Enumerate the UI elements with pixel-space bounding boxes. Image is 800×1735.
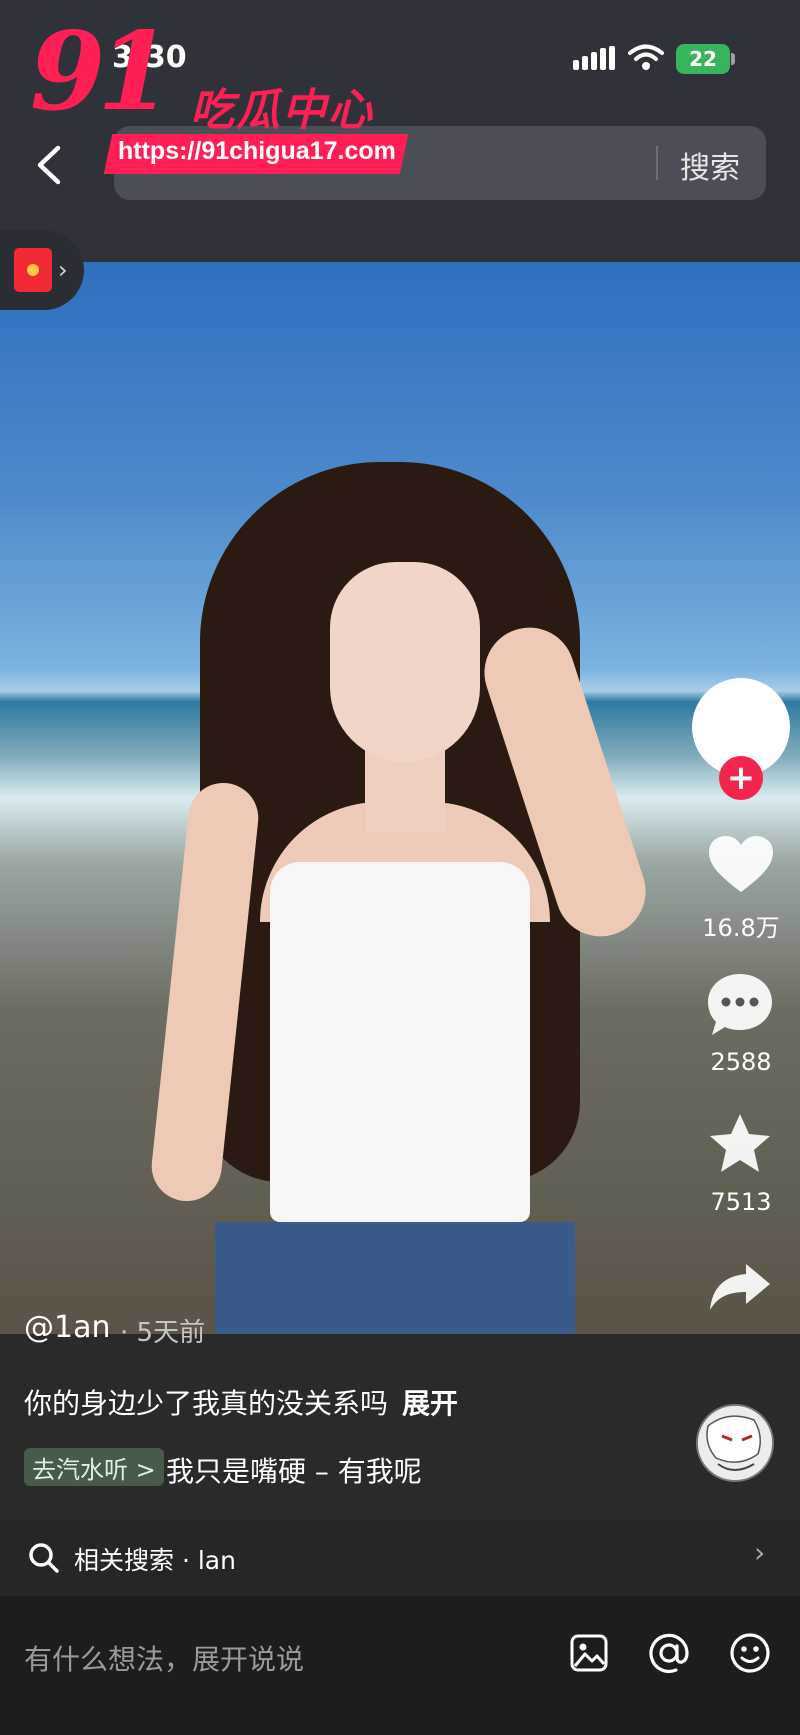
search-icon: [29, 1543, 59, 1573]
photo-face: [330, 562, 480, 762]
image-icon[interactable]: [570, 1634, 608, 1672]
like-count: 16.8万: [702, 914, 780, 942]
search-divider: [656, 146, 658, 180]
post-age: · 5天前: [120, 1318, 206, 1348]
follow-button[interactable]: +: [719, 756, 763, 800]
comment-input[interactable]: 有什么想法，展开说说: [24, 1638, 304, 1678]
video-frame[interactable]: [0, 262, 800, 1334]
wifi-icon: [628, 44, 664, 70]
post-caption: 你的身边少了我真的没关系吗 展开: [24, 1382, 458, 1422]
related-search-label[interactable]: 相关搜索 · lan: [74, 1541, 236, 1577]
star-icon[interactable]: [708, 1112, 772, 1174]
signal-icon: [573, 46, 615, 70]
watermark-logo-number: 91: [30, 9, 172, 135]
music-disc[interactable]: [696, 1404, 774, 1482]
expand-button[interactable]: 展开: [402, 1387, 458, 1420]
caption-text: 你的身边少了我真的没关系吗: [24, 1387, 389, 1420]
watermark-logo-text: 吃瓜中心: [190, 85, 374, 136]
photo-jeans: [215, 1222, 575, 1334]
search-button[interactable]: 搜索: [680, 143, 740, 187]
battery-indicator: 22: [676, 44, 730, 74]
back-icon[interactable]: [32, 142, 66, 188]
comment-count: 2588: [710, 1048, 772, 1076]
favorite-count: 7513: [710, 1188, 772, 1216]
share-icon[interactable]: [708, 1262, 772, 1312]
battery-cap: [731, 53, 735, 65]
chevron-right-icon: ›: [754, 1536, 766, 1569]
heart-icon[interactable]: [707, 834, 775, 894]
music-app-tag[interactable]: 去汽水听 >: [24, 1448, 164, 1486]
comment-icon[interactable]: [706, 972, 774, 1038]
at-icon[interactable]: [648, 1632, 690, 1674]
author-name[interactable]: @1an: [24, 1310, 110, 1345]
music-cover-art: [698, 1406, 772, 1480]
red-envelope-seal: [27, 264, 39, 276]
watermark-url: https://91chigua17.com: [118, 137, 396, 165]
photo-top: [270, 862, 530, 1222]
music-title[interactable]: 我只是嘴硬 – 有我呢: [166, 1450, 422, 1490]
emoji-icon[interactable]: [729, 1632, 771, 1674]
chevron-right-icon: ›: [58, 256, 68, 284]
